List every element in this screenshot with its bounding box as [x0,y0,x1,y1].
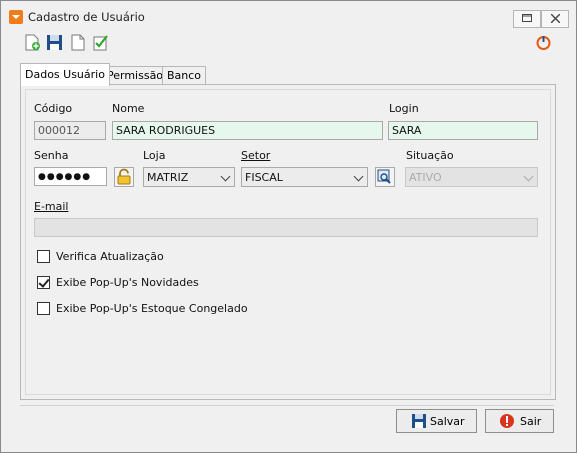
exit-button[interactable]: Sair [485,409,554,433]
unlock-button[interactable] [114,167,134,187]
title-bar: Cadastro de Usuário [1,1,576,32]
chevron-down-icon [523,171,534,182]
lock-icon [117,168,131,185]
popup-novidades-checkbox[interactable] [37,276,50,289]
close-button[interactable] [541,10,569,28]
exit-label: Sair [520,415,542,428]
window-title: Cadastro de Usuário [28,10,145,24]
checkbox-label: Verifica Atualização [56,250,164,263]
new-doc-icon[interactable] [24,34,41,51]
tab-permissao[interactable]: Permissão [102,66,169,85]
loja-label: Loja [143,149,166,162]
checkbox-label: Exibe Pop-Up's Novidades [56,276,199,289]
email-label: E-mail [34,200,69,213]
close-icon [550,13,560,24]
codigo-label: Código [34,102,73,115]
copy-icon[interactable] [69,34,86,51]
tab-label: Permissão [107,69,164,82]
login-field[interactable]: SARA [388,121,538,140]
save-label: Salvar [430,415,465,428]
power-icon[interactable] [535,34,552,51]
checkbox-label: Exibe Pop-Up's Estoque Congelado [56,302,248,315]
situacao-value: ATIVO [409,171,442,184]
exit-icon [500,414,514,428]
senha-label: Senha [34,149,69,162]
setor-value: FISCAL [245,171,283,184]
app-icon [9,10,23,24]
senha-field[interactable]: ●●●●●● [34,167,107,186]
email-field[interactable] [34,218,538,237]
setor-select[interactable]: FISCAL [241,167,368,187]
save-icon [412,414,426,428]
tab-banco[interactable]: Banco [162,66,207,85]
loja-select[interactable]: MATRIZ [143,167,235,187]
codigo-field[interactable]: 000012 [34,121,106,140]
save-button[interactable]: Salvar [396,409,477,433]
situacao-label: Situação [406,149,454,162]
tab-label: Banco [167,69,202,82]
restore-button[interactable] [513,10,541,28]
tab-label: Dados Usuário [25,68,105,81]
save-icon[interactable] [46,34,63,51]
restore-icon [522,14,532,22]
chevron-down-icon [220,171,231,182]
verifica-atualizacao-checkbox[interactable] [37,250,50,263]
search-setor-button[interactable] [375,167,395,187]
login-label: Login [389,102,419,115]
situacao-select[interactable]: ATIVO [405,167,538,187]
nome-field[interactable]: SARA RODRIGUES [112,121,383,140]
setor-label[interactable]: Setor [241,149,270,162]
chevron-down-icon [353,171,364,182]
popup-estoque-checkbox[interactable] [37,302,50,315]
search-icon [377,169,391,184]
loja-value: MATRIZ [147,171,189,184]
tab-dados-usuario[interactable]: Dados Usuário [20,63,110,86]
approve-icon[interactable] [93,34,110,51]
nome-label: Nome [112,102,145,115]
